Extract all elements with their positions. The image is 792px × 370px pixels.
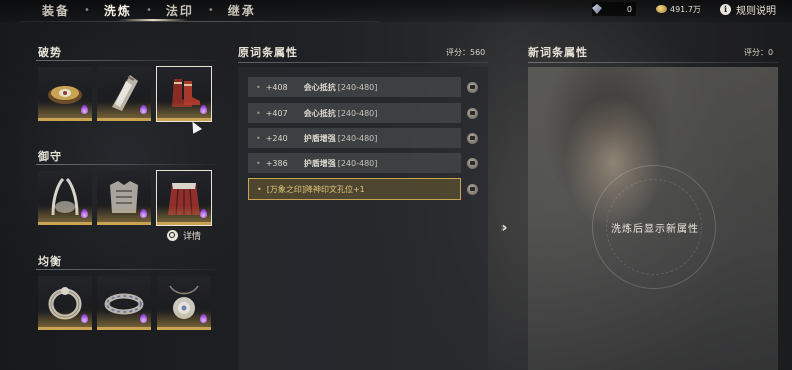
lock-icon[interactable] [467,82,478,93]
bullet: • [256,133,261,143]
group-divider [36,164,216,165]
attribute-range: [240-480] [337,133,378,143]
lock-icon[interactable] [467,133,478,144]
new-score: 评分：0 [744,48,774,57]
rarity-icon [200,105,207,114]
attribute-row: • +240 护盾增强 [240-480] [248,128,461,148]
new-divider [528,62,778,63]
equipment-slot-helmet[interactable] [38,171,92,225]
detail-label: 详情 [183,232,202,242]
equipment-slot-gauntlet[interactable] [97,67,151,121]
bullet: • [256,108,261,118]
equipment-slot-waist[interactable] [156,170,212,226]
attribute-row: • +407 会心抵抗 [240-480] [248,103,461,123]
tab-equipment[interactable]: 装备 [28,2,84,19]
bullet: • [257,184,262,194]
gold-amount: 491.7万 [670,4,701,14]
equipment-slot-ring[interactable] [38,276,92,330]
lock-icon[interactable] [467,184,478,195]
rarity-icon [200,314,207,323]
group-divider [36,269,216,270]
original-divider [238,62,488,63]
detail-button[interactable]: 详情 [167,229,201,242]
equipment-slot-pendant[interactable] [157,276,211,330]
transfer-arrow-icon: ›› [500,220,507,236]
lock-icon[interactable] [467,108,478,119]
jade-icon [592,4,602,14]
attribute-range: [240-480] [337,158,378,168]
gold-currency: 491.7万 [656,2,701,16]
equipment-slot-chest[interactable] [97,171,151,225]
rarity-icon [200,209,207,218]
info-icon: i [720,4,731,15]
equipment-slot-bracelet[interactable] [97,276,151,330]
rarity-icon [81,209,88,218]
original-score: 评分：560 [446,48,486,57]
original-attributes-title: 原词条属性 [238,46,298,59]
tab-bar: 装备 • 洗炼 • 法印 • 继承 [28,0,270,20]
bullet: • [256,82,261,92]
magnifier-icon [167,230,178,241]
rarity-icon [140,209,147,218]
attribute-name: 护盾增强 [303,158,336,168]
rules-button[interactable]: i 规则说明 [720,2,776,17]
attribute-range: [240-480] [337,82,378,92]
new-attributes-title: 新词条属性 [528,46,588,59]
rarity-icon [81,314,88,323]
group-title-offense: 破势 [38,46,62,59]
special-attribute-row: • [万象之印]降神印文孔位+1 [248,178,461,200]
attribute-range: [240-480] [337,108,378,118]
attribute-value: +386 [265,158,288,168]
equipment-slot-boots[interactable] [156,66,212,122]
attribute-value: +240 [265,133,288,143]
special-attribute-text: [万象之印]降神印文孔位+1 [266,184,365,194]
equipment-slot-bracer[interactable] [38,67,92,121]
jade-amount: 0 [626,4,632,14]
top-divider [20,21,380,22]
attribute-row: • +386 护盾增强 [240-480] [248,153,461,173]
attribute-name: 护盾增强 [303,133,336,143]
attribute-name: 会心抵抗 [303,108,336,118]
new-attributes-hint: 洗炼后显示新属性 [611,224,699,235]
rules-label: 规则说明 [736,6,776,17]
tab-seal[interactable]: 法印 [152,2,208,19]
attribute-value: +408 [265,82,288,92]
rarity-icon [81,105,88,114]
rarity-icon [140,314,147,323]
rarity-icon [140,105,147,114]
gold-coin-icon [656,5,667,13]
tab-inherit[interactable]: 继承 [214,2,270,19]
jade-currency: 0 [592,2,636,16]
bullet: • [256,158,261,168]
attribute-name: 会心抵抗 [303,82,336,92]
tab-refine[interactable]: 洗炼 [90,2,146,19]
group-divider [36,60,216,61]
top-bar: 装备 • 洗炼 • 法印 • 继承 0 491.7万 i 规则说明 [0,0,792,22]
lock-icon[interactable] [467,158,478,169]
attribute-value: +407 [265,108,288,118]
attribute-row: • +408 会心抵抗 [240-480] [248,77,461,97]
group-title-defense: 御守 [38,150,62,163]
group-title-balance: 均衡 [38,255,62,268]
